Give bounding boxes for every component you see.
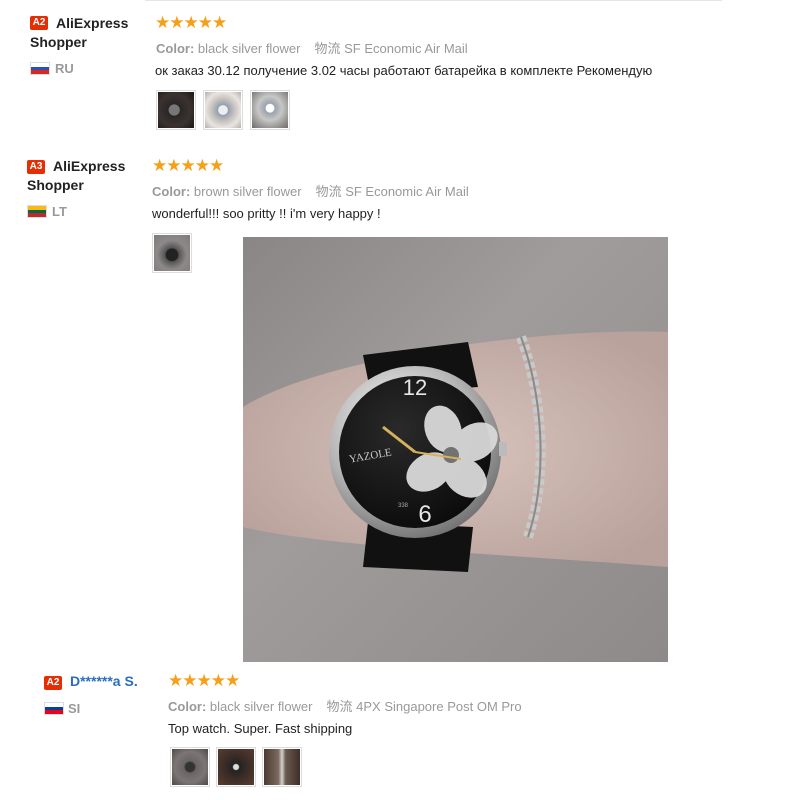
- country-code: SI: [68, 701, 81, 716]
- flag-slovenia-icon: [44, 702, 64, 715]
- review-text: wonderful!!! soo pritty !! i'm very happ…: [152, 206, 381, 221]
- review-text: ок заказ 30.12 получение 3.02 часы работ…: [155, 63, 653, 78]
- star-rating: ★★★★★: [152, 156, 224, 175]
- country-code: RU: [55, 61, 74, 76]
- color-value: black silver flower: [209, 699, 313, 714]
- review-photo-thumb[interactable]: [203, 90, 243, 130]
- user-name-link[interactable]: D******a S.: [70, 672, 138, 691]
- watch-model: 338: [398, 503, 409, 509]
- shipping-value: 4PX Singapore Post OM Pro: [356, 699, 522, 714]
- user-name-line2: Shopper: [30, 34, 87, 50]
- shipping-label: 物流: [314, 41, 341, 56]
- country-code: LT: [52, 204, 67, 219]
- review-photo-thumb[interactable]: [156, 90, 196, 130]
- review-photo-thumb[interactable]: [216, 747, 256, 787]
- wrist-watch-photo: 12 6 YAZOLE 338: [243, 331, 668, 572]
- review-meta: Color: black silver flower 物流 SF Economic…: [156, 38, 468, 57]
- color-label: Color:: [168, 699, 207, 714]
- review-photo-thumb-selected[interactable]: [152, 233, 192, 273]
- flag-russia-icon: [30, 62, 50, 75]
- review-photo-thumb[interactable]: [262, 747, 302, 787]
- divider: [145, 0, 722, 1]
- user-name: AliExpress: [53, 158, 126, 174]
- buyer-level-badge: A2: [44, 676, 62, 690]
- review-meta: Color: black silver flower 物流 4PX Singapo…: [168, 696, 522, 715]
- shipping-label: 物流: [315, 184, 342, 199]
- color-label: Color:: [152, 184, 191, 199]
- shipping-value: SF Economic Air Mail: [344, 41, 468, 56]
- color-value: black silver flower: [197, 41, 301, 56]
- dial-six: 6: [418, 501, 431, 528]
- review-text: Top watch. Super. Fast shipping: [168, 721, 353, 736]
- buyer-level-badge: A3: [27, 160, 45, 174]
- review-photo-thumb[interactable]: [170, 747, 210, 787]
- color-value: brown silver flower: [193, 184, 302, 199]
- flag-lithuania-icon: [27, 205, 47, 218]
- review-photo-thumb[interactable]: [250, 90, 290, 130]
- color-label: Color:: [156, 41, 195, 56]
- shipping-label: 物流: [326, 699, 353, 714]
- star-rating: ★★★★★: [168, 671, 240, 690]
- shipping-value: SF Economic Air Mail: [345, 184, 469, 199]
- star-rating: ★★★★★: [155, 13, 227, 32]
- dial-twelve: 12: [403, 375, 427, 400]
- user-name: AliExpress: [56, 15, 129, 31]
- review-meta: Color: brown silver flower 物流 SF Economic…: [152, 181, 469, 200]
- expanded-review-photo[interactable]: 12 6 YAZOLE 338: [243, 237, 668, 662]
- buyer-level-badge: A2: [30, 16, 48, 30]
- user-name-line2: Shopper: [27, 177, 84, 193]
